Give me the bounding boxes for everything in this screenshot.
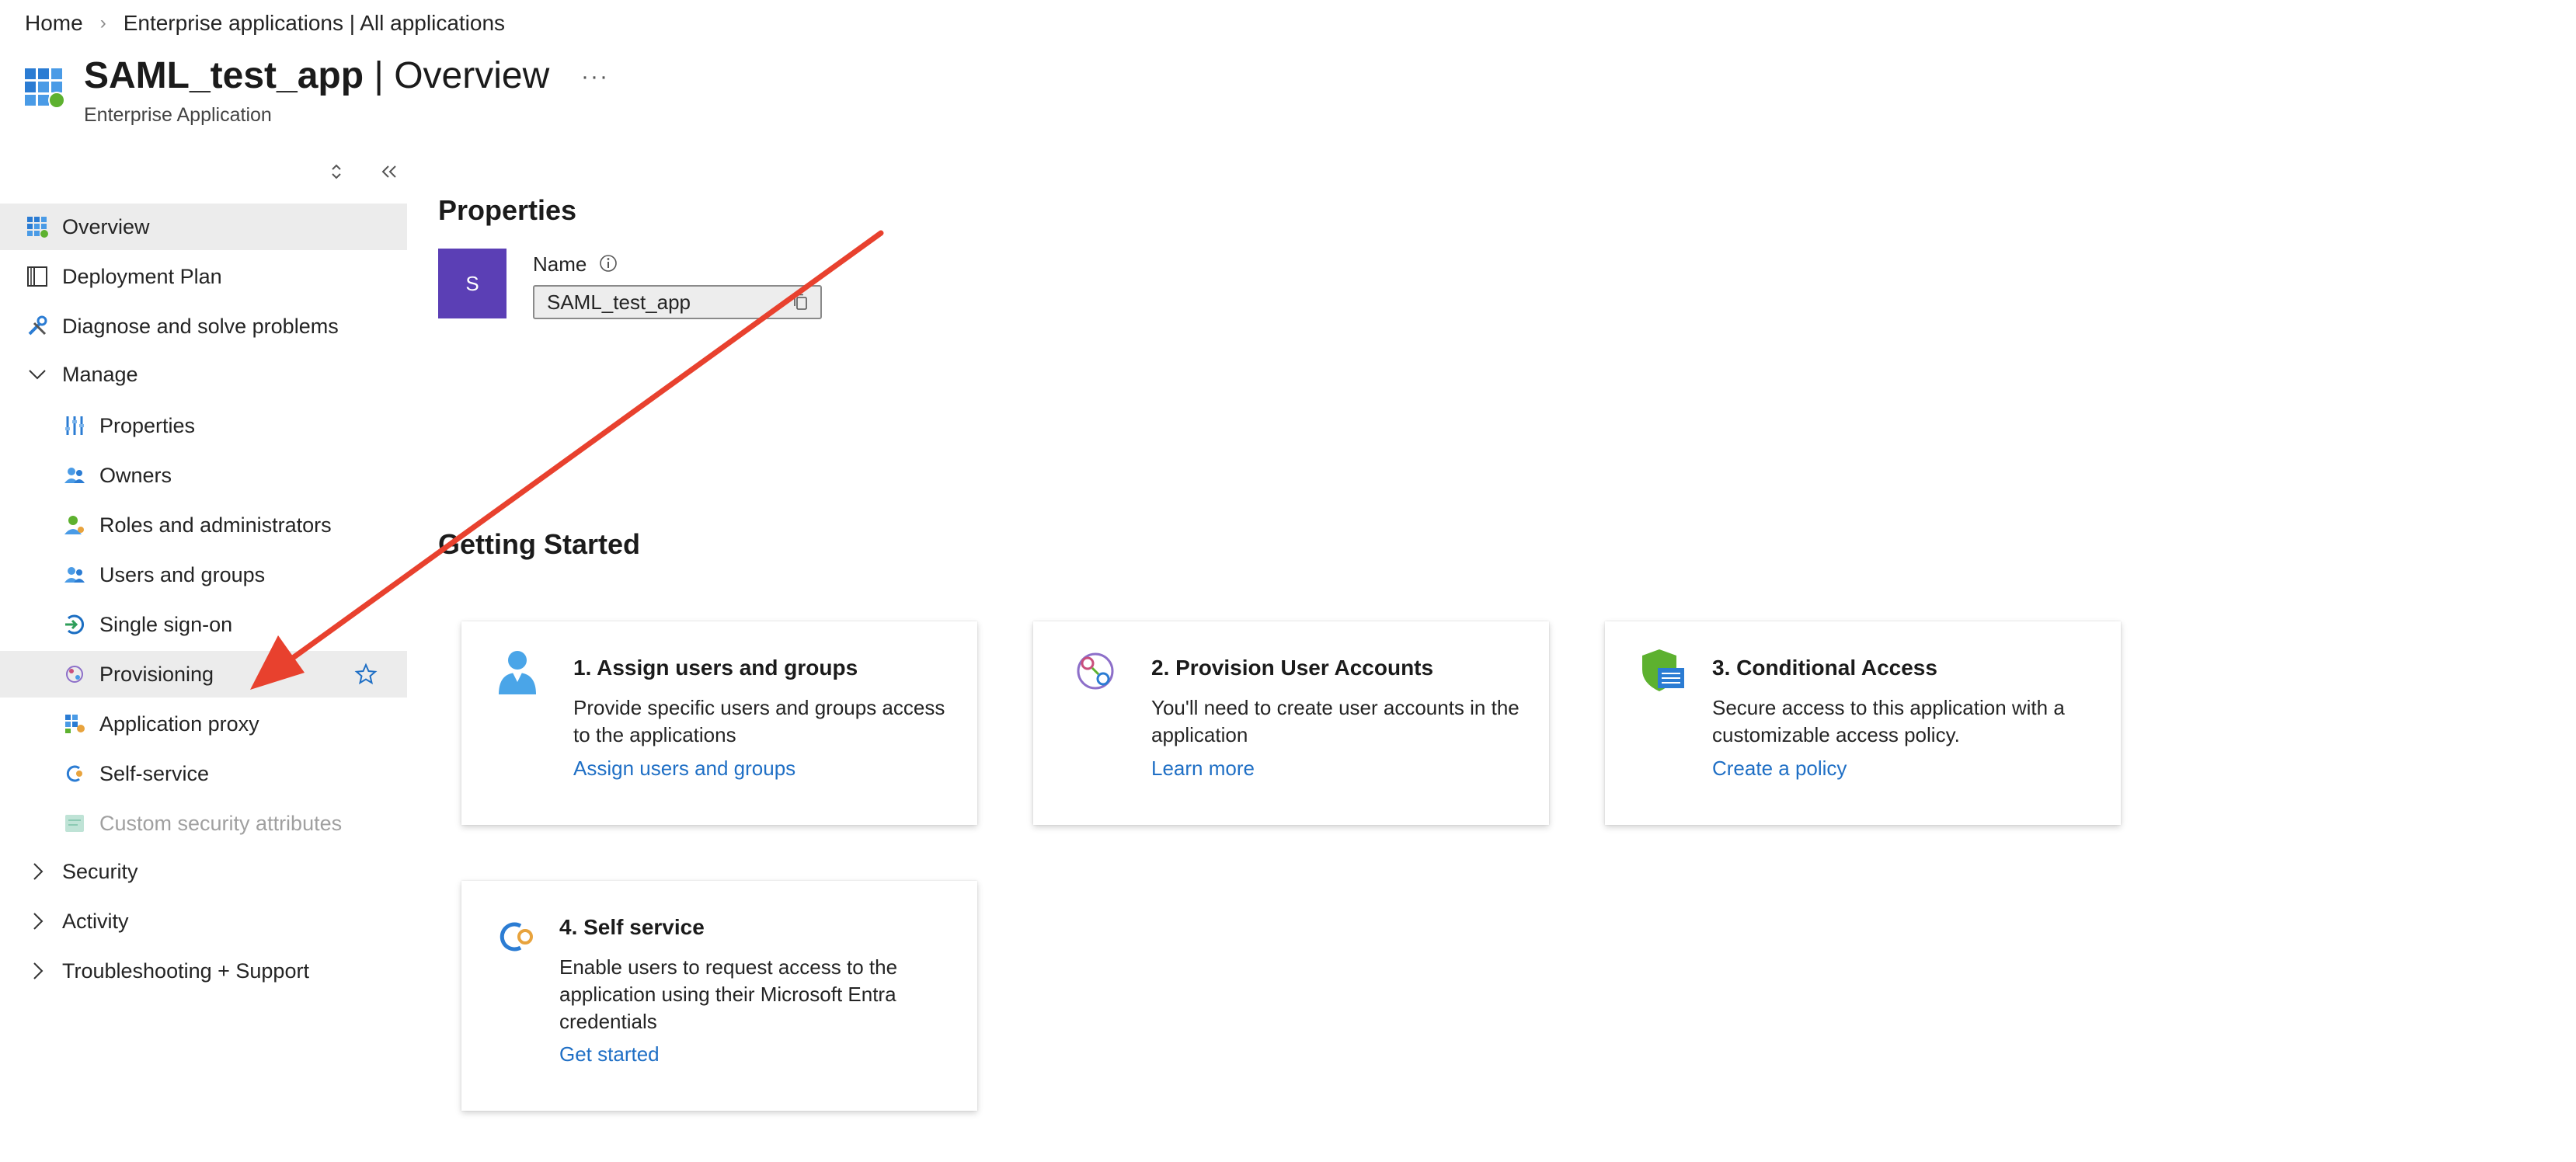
page-subtitle: Enterprise Application	[84, 104, 272, 126]
breadcrumb-home[interactable]: Home	[25, 11, 83, 36]
sidebar-item-label: Troubleshooting + Support	[62, 958, 309, 983]
chevron-down-icon	[29, 370, 46, 380]
sidebar-item-label: Owners	[99, 463, 172, 487]
create-policy-link[interactable]: Create a policy	[1712, 757, 1847, 781]
self-service-icon	[500, 922, 533, 952]
card-title: 1. Assign users and groups	[573, 656, 858, 680]
sidebar-item-properties[interactable]: Properties	[0, 402, 407, 449]
shield-policy-icon	[1642, 649, 1684, 691]
self-service-icon	[66, 765, 82, 782]
assign-users-link[interactable]: Assign users and groups	[573, 757, 795, 781]
sidebar-item-label: Diagnose and solve problems	[62, 314, 339, 338]
breadcrumb-separator: ›	[99, 12, 106, 33]
card-description: You'll need to create user accounts in t…	[1151, 696, 1519, 746]
properties-heading: Properties	[438, 194, 577, 226]
page-title-app: SAML_test_app	[84, 55, 364, 96]
chevron-right-icon	[33, 863, 44, 880]
card-title: 4. Self service	[559, 915, 705, 939]
sidebar-group-manage[interactable]: Manage	[0, 351, 407, 398]
sidebar-item-label: Properties	[99, 413, 196, 437]
book-icon	[27, 266, 47, 287]
name-label: Name	[533, 252, 587, 276]
sidebar-item-custom-security-attributes: Custom security attributes	[0, 800, 407, 847]
user-icon	[499, 651, 536, 694]
more-options-button[interactable]: ···	[581, 64, 609, 90]
card-assign-users: 1. Assign users and groups Provide speci…	[461, 621, 977, 825]
grid-icon	[27, 217, 48, 238]
card-title: 3. Conditional Access	[1712, 656, 1937, 680]
card-provision-accounts: 2. Provision User Accounts You'll need t…	[1033, 621, 1549, 825]
card-conditional-access: 3. Conditional Access Secure access to t…	[1605, 621, 2121, 825]
card-description: Enable users to request access to the ap…	[559, 955, 898, 1033]
breadcrumb: Home › Enterprise applications | All app…	[25, 11, 505, 36]
avatar: S	[438, 249, 506, 318]
sidebar-item-deployment-plan[interactable]: Deployment Plan	[0, 253, 407, 300]
favorite-star-icon[interactable]	[354, 663, 378, 686]
collapse-sidebar-icon[interactable]	[378, 160, 401, 183]
card-description: Secure access to this application with a…	[1712, 696, 2065, 746]
breadcrumb-current[interactable]: Enterprise applications | All applicatio…	[124, 11, 505, 36]
roles-icon	[64, 516, 84, 534]
card-self-service: 4. Self service Enable users to request …	[461, 881, 977, 1111]
sidebar-item-app-proxy[interactable]: Application proxy	[0, 701, 407, 747]
sidebar-item-label: Users and groups	[99, 562, 266, 586]
sidebar-item-label: Manage	[62, 362, 138, 386]
sidebar-item-provisioning[interactable]: Provisioning	[0, 651, 407, 698]
sso-icon	[65, 614, 84, 635]
sidebar-group-activity[interactable]: Activity	[0, 898, 407, 945]
properties-icon	[65, 416, 84, 435]
copy-icon[interactable]	[791, 292, 811, 312]
page-title: SAML_test_app | Overview	[84, 54, 549, 97]
sidebar-item-label: Provisioning	[99, 662, 214, 686]
chevron-right-icon	[33, 962, 44, 979]
card-title: 2. Provision User Accounts	[1151, 656, 1434, 680]
sidebar-item-label: Single sign-on	[99, 612, 233, 636]
sidebar-item-overview[interactable]: Overview	[0, 204, 407, 250]
provisioning-icon	[1077, 652, 1114, 690]
get-started-link[interactable]: Get started	[559, 1042, 660, 1066]
learn-more-link[interactable]: Learn more	[1151, 757, 1255, 781]
sidebar-group-troubleshooting[interactable]: Troubleshooting + Support	[0, 948, 407, 994]
chevron-right-icon	[33, 913, 44, 930]
sidebar-item-label: Custom security attributes	[99, 811, 343, 835]
page-title-section: Overview	[394, 55, 550, 96]
card-description: Provide specific users and groups access…	[573, 696, 945, 746]
custom-attributes-icon	[65, 815, 84, 832]
sidebar-item-owners[interactable]: Owners	[0, 452, 407, 499]
wrench-icon	[28, 315, 47, 336]
sidebar-item-label: Application proxy	[99, 711, 259, 736]
sidebar-item-label: Roles and administrators	[99, 513, 332, 537]
sidebar-item-self-service[interactable]: Self-service	[0, 750, 407, 797]
sidebar-group-security[interactable]: Security	[0, 848, 407, 895]
users-icon	[64, 567, 85, 583]
sidebar-item-label: Activity	[62, 909, 129, 933]
sort-updown-icon[interactable]	[326, 162, 346, 182]
sidebar-item-label: Self-service	[99, 761, 210, 785]
sidebar-item-label: Deployment Plan	[62, 264, 222, 288]
owners-icon	[64, 468, 85, 483]
page-title-divider: |	[364, 55, 395, 96]
sidebar-item-label: Overview	[62, 214, 150, 238]
app-proxy-icon	[65, 715, 85, 733]
app-grid-icon	[25, 68, 65, 109]
sidebar-item-diagnose[interactable]: Diagnose and solve problems	[0, 303, 407, 350]
info-icon[interactable]	[598, 253, 618, 273]
provisioning-icon	[66, 666, 83, 683]
sidebar-item-sso[interactable]: Single sign-on	[0, 601, 407, 648]
name-field[interactable]: SAML_test_app	[533, 285, 822, 319]
sidebar-item-roles[interactable]: Roles and administrators	[0, 502, 407, 548]
sidebar-item-users-groups[interactable]: Users and groups	[0, 551, 407, 598]
sidebar-item-label: Security	[62, 859, 138, 883]
getting-started-heading: Getting Started	[438, 528, 641, 560]
